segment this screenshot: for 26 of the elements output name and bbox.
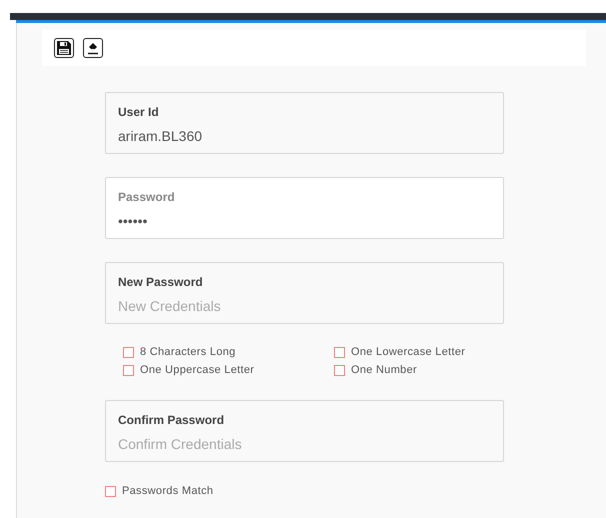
checkbox[interactable] — [123, 365, 134, 376]
field-input[interactable]: Confirm Credentials — [118, 435, 491, 453]
field-value: •••••• — [118, 212, 148, 230]
clear-button[interactable] — [83, 38, 103, 58]
input-field[interactable]: Password •••••• — [105, 177, 504, 239]
requirement-label: 8 Characters Long — [140, 345, 236, 360]
input-field[interactable]: User Id ariram.BL360 — [105, 92, 504, 154]
save-button[interactable] — [54, 38, 74, 58]
input-field[interactable]: Confirm Password Confirm Credentials — [105, 400, 504, 462]
checkbox[interactable] — [123, 347, 134, 358]
save-icon — [56, 40, 72, 56]
field-label: Password — [118, 189, 176, 205]
checkbox[interactable] — [334, 347, 345, 358]
checkbox[interactable] — [105, 486, 116, 497]
eraser-icon — [85, 40, 101, 56]
field-label: Confirm Password — [118, 412, 226, 428]
field-value: ariram.BL360 — [118, 127, 204, 145]
checkbox[interactable] — [334, 365, 345, 376]
requirement-label: One Number — [351, 363, 417, 378]
requirement-label: One Uppercase Letter — [140, 363, 254, 378]
field-label: User Id — [118, 104, 160, 120]
requirement-label: One Lowercase Letter — [351, 345, 466, 360]
requirement-label: Passwords Match — [122, 484, 214, 499]
field-label: New Password — [118, 274, 204, 290]
input-field[interactable]: New Password New Credentials — [105, 262, 504, 324]
field-input[interactable]: New Credentials — [118, 297, 491, 315]
